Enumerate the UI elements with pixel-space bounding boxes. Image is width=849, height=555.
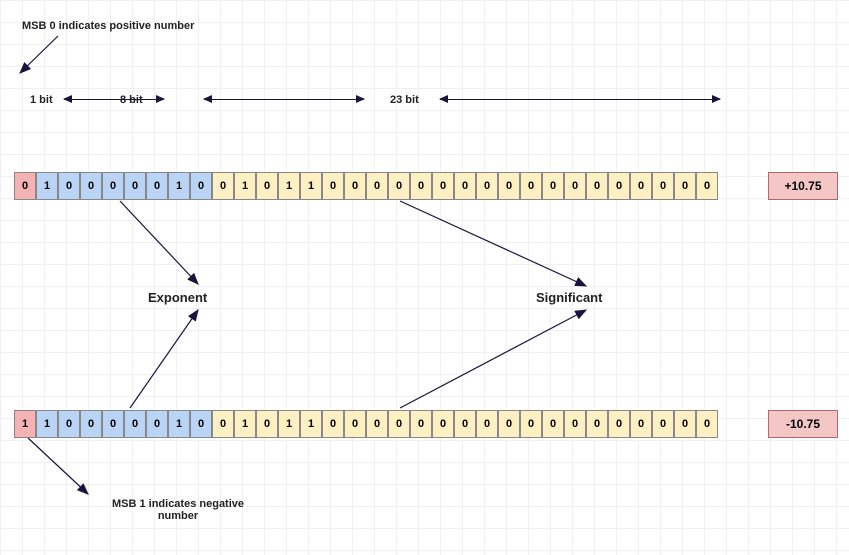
significant-bit-10: 0 (432, 172, 454, 200)
exponent-bit-0: 1 (36, 410, 58, 438)
sign-bit: 1 (14, 410, 36, 438)
significant-bit-14: 0 (520, 410, 542, 438)
significant-bit-14: 0 (520, 172, 542, 200)
significant-bit-0: 0 (212, 410, 234, 438)
exponent-bit-5: 0 (146, 172, 168, 200)
significant-bit-18: 0 (608, 410, 630, 438)
msb0-label: MSB 0 indicates positive number (22, 20, 194, 32)
significant-bit-20: 0 (652, 172, 674, 200)
significant-bit-22: 0 (696, 410, 718, 438)
significant-bit-19: 0 (630, 410, 652, 438)
significant-bit-3: 1 (278, 410, 300, 438)
sign-bit: 0 (14, 172, 36, 200)
exponent-bit-5: 0 (146, 410, 168, 438)
bits-23-label: 23 bit (390, 94, 419, 106)
exponent-bit-7: 0 (190, 410, 212, 438)
significant-bit-3: 1 (278, 172, 300, 200)
arrow-8bit (64, 99, 164, 100)
significant-bit-6: 0 (344, 410, 366, 438)
significant-bit-8: 0 (388, 410, 410, 438)
significant-bit-2: 0 (256, 410, 278, 438)
significant-bit-15: 0 (542, 410, 564, 438)
exponent-bit-6: 1 (168, 172, 190, 200)
significant-bit-15: 0 (542, 172, 564, 200)
bit-row-positive: 01000001001011000000000000000000 (14, 172, 718, 200)
significant-bit-13: 0 (498, 172, 520, 200)
exponent-bit-6: 1 (168, 410, 190, 438)
value-positive: +10.75 (768, 172, 838, 200)
bit-row-negative: 11000001001011000000000000000000 (14, 410, 718, 438)
background-grid (0, 0, 849, 555)
significant-bit-11: 0 (454, 172, 476, 200)
significant-bit-17: 0 (586, 172, 608, 200)
exponent-bit-0: 1 (36, 172, 58, 200)
exponent-bit-3: 0 (102, 172, 124, 200)
bits-8-label: 8 bit (120, 94, 143, 106)
significant-bit-5: 0 (322, 410, 344, 438)
significant-bit-21: 0 (674, 172, 696, 200)
exponent-bit-4: 0 (124, 172, 146, 200)
exponent-bit-1: 0 (58, 172, 80, 200)
value-negative: -10.75 (768, 410, 838, 438)
significant-bit-0: 0 (212, 172, 234, 200)
msb1-label: MSB 1 indicates negative number (88, 498, 268, 522)
significant-bit-18: 0 (608, 172, 630, 200)
significant-bit-4: 1 (300, 172, 322, 200)
significant-bit-7: 0 (366, 172, 388, 200)
significant-bit-12: 0 (476, 172, 498, 200)
significant-bit-16: 0 (564, 172, 586, 200)
significant-bit-10: 0 (432, 410, 454, 438)
significant-bit-21: 0 (674, 410, 696, 438)
significant-bit-2: 0 (256, 172, 278, 200)
significant-bit-4: 1 (300, 410, 322, 438)
exponent-label: Exponent (148, 290, 207, 305)
exponent-bit-2: 0 (80, 410, 102, 438)
significant-bit-1: 1 (234, 410, 256, 438)
significant-bit-13: 0 (498, 410, 520, 438)
arrow-23bit-left (204, 99, 364, 100)
significant-bit-8: 0 (388, 172, 410, 200)
significant-bit-5: 0 (322, 172, 344, 200)
exponent-bit-1: 0 (58, 410, 80, 438)
exponent-bit-3: 0 (102, 410, 124, 438)
significant-bit-22: 0 (696, 172, 718, 200)
significant-label: Significant (536, 290, 602, 305)
exponent-bit-4: 0 (124, 410, 146, 438)
significant-bit-9: 0 (410, 172, 432, 200)
exponent-bit-7: 0 (190, 172, 212, 200)
significant-bit-16: 0 (564, 410, 586, 438)
exponent-bit-2: 0 (80, 172, 102, 200)
significant-bit-6: 0 (344, 172, 366, 200)
significant-bit-19: 0 (630, 172, 652, 200)
significant-bit-9: 0 (410, 410, 432, 438)
significant-bit-17: 0 (586, 410, 608, 438)
significant-bit-1: 1 (234, 172, 256, 200)
significant-bit-7: 0 (366, 410, 388, 438)
bits-1-label: 1 bit (30, 94, 53, 106)
significant-bit-12: 0 (476, 410, 498, 438)
significant-bit-20: 0 (652, 410, 674, 438)
significant-bit-11: 0 (454, 410, 476, 438)
arrow-23bit-right (440, 99, 720, 100)
